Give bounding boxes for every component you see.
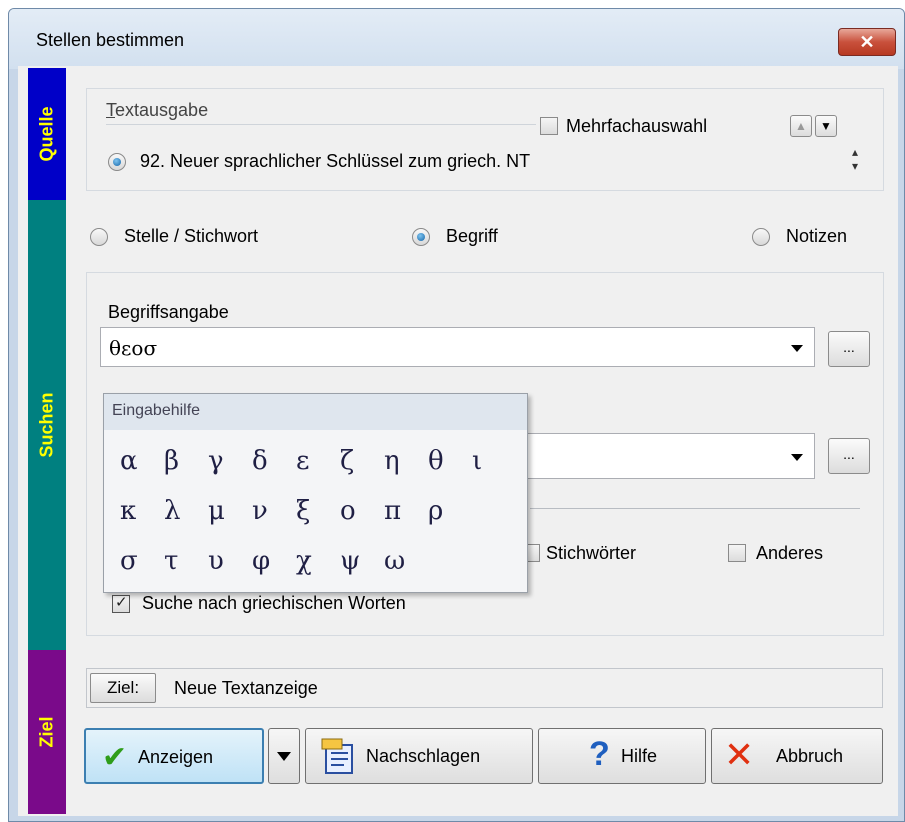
greek-letter-phi[interactable]: φ [252, 546, 270, 576]
anderes-label: Anderes [756, 543, 824, 563]
radio-notizen[interactable] [752, 228, 770, 246]
ziel-button[interactable]: Ziel: [90, 673, 156, 703]
second-browse-button[interactable]: ... [828, 438, 870, 474]
greek-letter-eta[interactable]: η [384, 446, 400, 476]
hilfe-button[interactable]: ? Hilfe [538, 728, 706, 784]
sidebar-ziel-label: Ziel [36, 716, 57, 748]
triangle-up-icon: ▲ [795, 119, 807, 133]
window-title: Stellen bestimmen [36, 30, 185, 50]
spin-up-icon: ▴ [851, 145, 859, 159]
scroll-down-button[interactable]: ▼ [815, 115, 837, 137]
close-button[interactable]: ✕ [838, 28, 896, 56]
mehrfachauswahl-label: Mehrfachauswahl [566, 116, 708, 136]
begriff-browse-button[interactable]: ... [828, 331, 870, 367]
greek-words-checkbox[interactable]: ✓ [112, 594, 130, 613]
source-radio[interactable] [108, 153, 126, 171]
abbruch-button[interactable]: ✕ Abbruch [711, 728, 883, 784]
radio-stelle-stichwort[interactable] [90, 228, 108, 246]
greek-letter-gamma[interactable]: γ [208, 446, 224, 476]
greek-letter-zeta[interactable]: ζ [340, 446, 354, 476]
greek-letter-kappa[interactable]: κ [120, 496, 136, 526]
popup-title: Eingabehilfe [112, 402, 201, 419]
second-combobox[interactable] [520, 433, 815, 479]
source-spin-control[interactable]: ▴ ▾ [848, 145, 862, 179]
abbruch-label: Abbruch [776, 746, 844, 766]
begriff-combobox[interactable]: θεοσ [100, 327, 815, 367]
eingabehilfe-popup: Eingabehilfe αβγδε ζηθι κλμνξοπρ στυφχψω [103, 393, 528, 593]
mehrfachauswahl-checkbox[interactable] [540, 117, 558, 135]
greek-letter-alpha[interactable]: α [120, 446, 138, 476]
dropdown-arrow-icon [791, 454, 803, 461]
greek-letter-nu[interactable]: ν [252, 496, 268, 526]
greek-letter-rho[interactable]: ρ [428, 496, 443, 526]
greek-letter-psi[interactable]: ψ [340, 546, 360, 576]
greek-letter-omega[interactable]: ω [384, 546, 405, 576]
options-divider [530, 508, 860, 509]
anzeigen-button[interactable]: ✔ Anzeigen [84, 728, 264, 784]
greek-letter-tau[interactable]: τ [164, 546, 178, 576]
cancel-x-icon: ✕ [724, 734, 755, 775]
anzeigen-dropdown-button[interactable] [268, 728, 300, 784]
book-icon [320, 737, 356, 775]
ziel-value: Neue Textanzeige [174, 678, 318, 698]
textausgabe-divider [106, 124, 536, 125]
greek-letter-omicron[interactable]: ο [340, 496, 356, 526]
greek-letter-mu[interactable]: μ [208, 496, 225, 526]
begriffsangabe-label: Begriffsangabe [108, 302, 229, 322]
radio-stelle-stichwort-label: Stelle / Stichwort [124, 226, 259, 246]
greek-letter-upsilon[interactable]: υ [208, 546, 224, 576]
begriff-value: θεοσ [109, 336, 158, 360]
greek-letter-iota[interactable]: ι [472, 446, 482, 476]
anderes-checkbox[interactable] [728, 544, 746, 562]
triangle-down-icon: ▼ [820, 119, 832, 133]
greek-letter-epsilon[interactable]: ε [296, 446, 309, 476]
dropdown-arrow-icon [277, 752, 291, 761]
sidebar-suchen-label: Suchen [36, 392, 57, 458]
greek-letter-beta[interactable]: β [164, 446, 179, 476]
radio-notizen-label: Notizen [786, 226, 848, 246]
source-text: 92. Neuer sprachlicher Schlüssel zum gri… [140, 151, 531, 171]
nachschlagen-label: Nachschlagen [366, 746, 481, 766]
checkmark-icon: ✓ [115, 594, 128, 611]
greek-letter-chi[interactable]: χ [296, 546, 312, 576]
greek-letter-delta[interactable]: δ [252, 446, 268, 476]
anzeigen-label: Anzeigen [138, 747, 214, 767]
close-icon: ✕ [859, 32, 875, 52]
scroll-up-button[interactable]: ▲ [790, 115, 812, 137]
sidebar-suchen: Suchen [28, 200, 66, 650]
radio-begriff[interactable] [412, 228, 430, 246]
nachschlagen-button[interactable]: Nachschlagen [305, 728, 533, 784]
checkmark-icon: ✔ [102, 741, 128, 774]
stichwoerter-label: Stichwörter [546, 543, 637, 563]
greek-words-label: Suche nach griechischen Worten [142, 593, 406, 613]
radio-begriff-label: Begriff [446, 226, 498, 246]
greek-letter-pi[interactable]: π [384, 496, 401, 526]
greek-letter-lambda[interactable]: λ [164, 496, 180, 526]
greek-letter-xi[interactable]: ξ [296, 496, 310, 526]
spin-down-icon: ▾ [851, 159, 859, 173]
sidebar-ziel: Ziel [28, 650, 66, 814]
greek-letter-sigma[interactable]: σ [120, 546, 138, 576]
textausgabe-label: Textausgabe [106, 100, 209, 120]
sidebar-quelle: Quelle [28, 68, 66, 200]
hilfe-label: Hilfe [621, 746, 658, 766]
greek-letter-theta[interactable]: θ [428, 446, 444, 476]
help-icon: ? [589, 735, 610, 773]
dropdown-arrow-icon [791, 345, 803, 352]
sidebar-quelle-label: Quelle [36, 106, 57, 162]
